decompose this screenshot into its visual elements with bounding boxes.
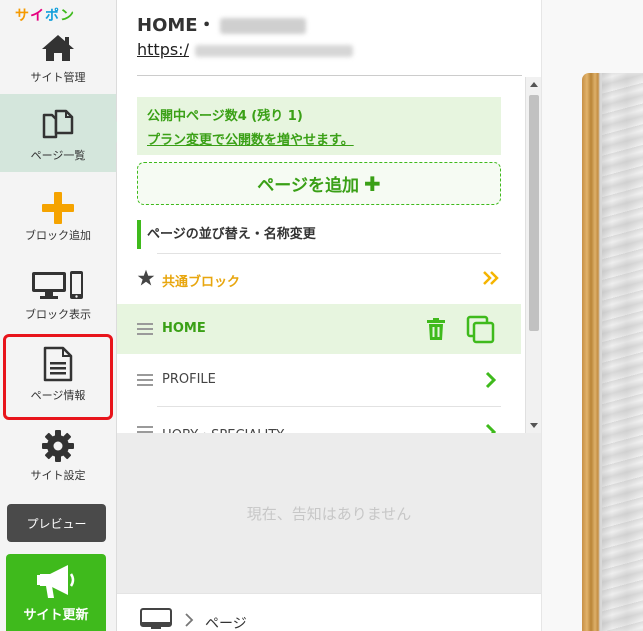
divider — [137, 75, 522, 76]
common-block-row[interactable]: 共通ブロック — [117, 254, 521, 304]
scrollbar-thumb[interactable] — [529, 95, 539, 331]
sidebar-item-site-settings[interactable]: サイト設定 — [0, 414, 116, 492]
sidebar-item-label: サイト設定 — [30, 469, 86, 482]
page-url-link[interactable]: https:/ — [137, 40, 353, 59]
plan-change-link[interactable]: プラン変更で公開数を増やせます。 — [147, 129, 491, 148]
star-icon — [137, 269, 155, 291]
scroll-down-icon[interactable] — [530, 423, 538, 428]
plus-icon — [0, 192, 116, 224]
chevron-right-icon — [484, 370, 498, 394]
sidebar-item-label: ブロック追加 — [25, 229, 91, 242]
sidebar-item-label: ページ一覧 — [30, 149, 86, 162]
chevron-right-icon — [183, 612, 195, 631]
page-row-home[interactable]: HOME — [117, 304, 521, 354]
publish-info-box: 公開中ページ数4 (残り 1) プラン変更で公開数を増やせます。 — [137, 97, 501, 155]
preview-image — [582, 73, 643, 631]
sidebar-item-label: ブロック表示 — [25, 308, 91, 321]
devices-icon — [0, 270, 116, 300]
page-row-profile[interactable]: PROFILE — [117, 355, 521, 405]
breadcrumb: ページ — [117, 593, 541, 631]
redacted-url — [194, 44, 353, 57]
sidebar-item-label: サイト管理 — [30, 71, 86, 84]
chevron-right-icon — [484, 422, 498, 433]
double-chevron-right-icon — [481, 268, 501, 292]
trash-icon[interactable] — [424, 317, 448, 345]
document-icon — [0, 346, 116, 382]
published-count-text: 公開中ページ数4 (残り 1) — [147, 109, 303, 124]
preview-button[interactable]: プレビュー — [7, 504, 106, 542]
sidebar-item-page-info[interactable]: ページ情報 — [0, 334, 116, 412]
sidebar-item-block-display[interactable]: ブロック表示 — [0, 254, 116, 332]
add-page-label: ページを追加 — [257, 176, 359, 196]
page-row-label: HOME — [162, 321, 206, 336]
page-panel: HOME・ https:/ 公開中ページ数4 (残り 1) プラン変更で公開数を… — [117, 0, 541, 631]
home-icon — [0, 34, 116, 62]
drag-handle-icon[interactable] — [137, 323, 153, 335]
megaphone-icon — [6, 562, 106, 600]
page-row-label: PROFILE — [162, 372, 216, 387]
monitor-icon[interactable] — [140, 608, 174, 631]
pages-icon — [0, 109, 116, 141]
copy-icon[interactable] — [466, 315, 496, 349]
gear-icon — [0, 430, 116, 462]
sort-rename-heading: ページの並び替え・名称変更 — [137, 220, 316, 249]
plus-icon: ✚ — [363, 171, 381, 196]
page-url-text: https:/ — [137, 40, 189, 59]
sidebar-item-label: ページ情報 — [30, 389, 86, 402]
page-row-label: HOBY・SPECIALITY — [162, 424, 284, 433]
sidebar-item-page-list[interactable]: ページ一覧 — [0, 94, 125, 172]
page-list-scrollbar[interactable] — [525, 77, 541, 433]
site-update-label: サイト更新 — [23, 608, 89, 623]
page-name-text: HOME・ — [137, 15, 216, 36]
page-list-area: 公開中ページ数4 (残り 1) プラン変更で公開数を増やせます。 ページを追加 … — [117, 77, 525, 433]
scroll-up-icon[interactable] — [530, 82, 538, 87]
notice-text: 現在、告知はありません — [246, 505, 412, 523]
sidebar: サイポン サイト管理 ページ一覧 ブロック追加 ブロック表示 ページ情報 サイト… — [0, 0, 125, 631]
add-page-button[interactable]: ページを追加 ✚ — [137, 162, 501, 205]
sidebar-item-site-management[interactable]: サイト管理 — [0, 14, 116, 92]
page-row-hoby[interactable]: HOBY・SPECIALITY — [117, 407, 521, 433]
common-block-label: 共通ブロック — [162, 275, 241, 290]
redacted-text — [219, 18, 306, 34]
breadcrumb-current: ページ — [205, 616, 247, 631]
notice-area: 現在、告知はありません — [117, 433, 541, 593]
drag-handle-icon[interactable] — [137, 426, 153, 433]
drag-handle-icon[interactable] — [137, 374, 153, 386]
page-title: HOME・ — [137, 11, 306, 37]
sidebar-item-add-block[interactable]: ブロック追加 — [0, 174, 116, 252]
site-preview — [541, 0, 643, 631]
site-update-button[interactable]: サイト更新 — [6, 554, 106, 631]
